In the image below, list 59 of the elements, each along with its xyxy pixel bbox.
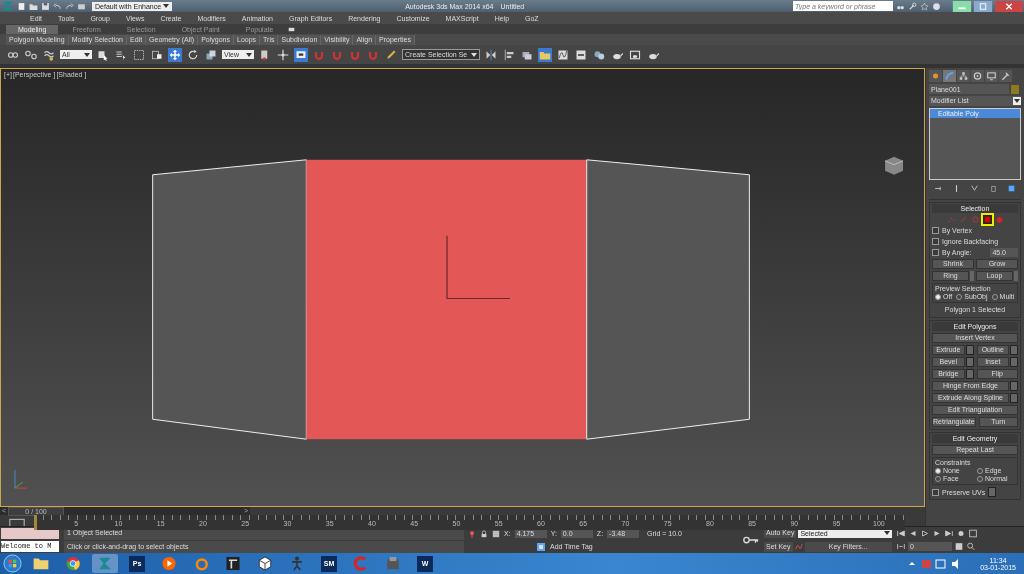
current-frame-marker [34,515,37,531]
hierarchy-icon[interactable] [957,70,970,82]
monitor-icon[interactable] [985,70,998,82]
curve-graph-icon[interactable] [556,47,571,62]
viewcube-icon[interactable] [884,156,904,175]
radio-button[interactable] [935,468,941,474]
trash-icon[interactable] [988,184,998,193]
radio-button[interactable] [935,294,941,300]
checkbox[interactable] [932,227,939,234]
mirror-icon[interactable] [484,47,499,62]
checkbox[interactable] [932,238,939,245]
axis-tripod-icon [14,469,28,489]
maximize-icon[interactable] [973,0,993,12]
close-icon[interactable] [994,0,1024,12]
monitor-icon[interactable] [294,47,308,62]
go-to-end-icon[interactable] [944,529,954,538]
key-icon[interactable] [742,535,760,545]
wrench-icon[interactable] [908,1,917,11]
caret-icon [1013,97,1021,105]
pin-icon[interactable] [468,529,476,538]
sun-icon[interactable] [929,70,942,82]
key-mode-icon[interactable] [896,542,906,551]
object-color-swatch[interactable] [1011,84,1019,94]
checkbox[interactable] [932,488,939,496]
caret-icon [884,530,890,537]
settings-button[interactable] [988,487,997,497]
folder-icon[interactable] [29,1,38,11]
polygon-square-icon[interactable] [982,215,992,224]
zoom-icon[interactable] [966,542,976,551]
play-icon[interactable] [920,529,930,538]
redo-icon[interactable] [65,1,74,11]
start-button[interactable] [3,554,22,573]
caret-icon [84,51,90,58]
pin-icon[interactable] [933,184,943,193]
pivot-gizmo [446,235,511,300]
undo-icon[interactable] [53,1,62,11]
caret-icon [246,51,252,58]
hammer-icon[interactable] [999,70,1012,82]
caret-icon [163,3,170,9]
align-icon[interactable] [502,47,517,62]
go-to-start-icon[interactable] [896,529,906,538]
move-arrows-icon[interactable] [168,47,182,62]
minimize-icon[interactable] [952,0,972,12]
lock-icon[interactable] [480,529,488,538]
dashed-rectangle-icon[interactable] [132,47,146,62]
next-frame-icon[interactable] [932,529,942,538]
listener-field[interactable] [1,528,59,539]
new-file-icon[interactable] [17,1,26,11]
caret-icon [471,51,478,58]
fork-icon[interactable] [970,184,980,193]
crosshair-icon[interactable] [276,47,290,62]
rotate-icon[interactable] [186,47,200,62]
star-icon[interactable] [920,1,929,11]
vertex-dots-icon[interactable] [946,215,956,224]
time-tag-icon[interactable] [536,541,546,552]
previous-frame-icon[interactable] [908,529,918,538]
wheel-icon[interactable] [971,70,984,82]
checkbox[interactable] [932,249,939,256]
folder-icon[interactable] [538,47,553,62]
